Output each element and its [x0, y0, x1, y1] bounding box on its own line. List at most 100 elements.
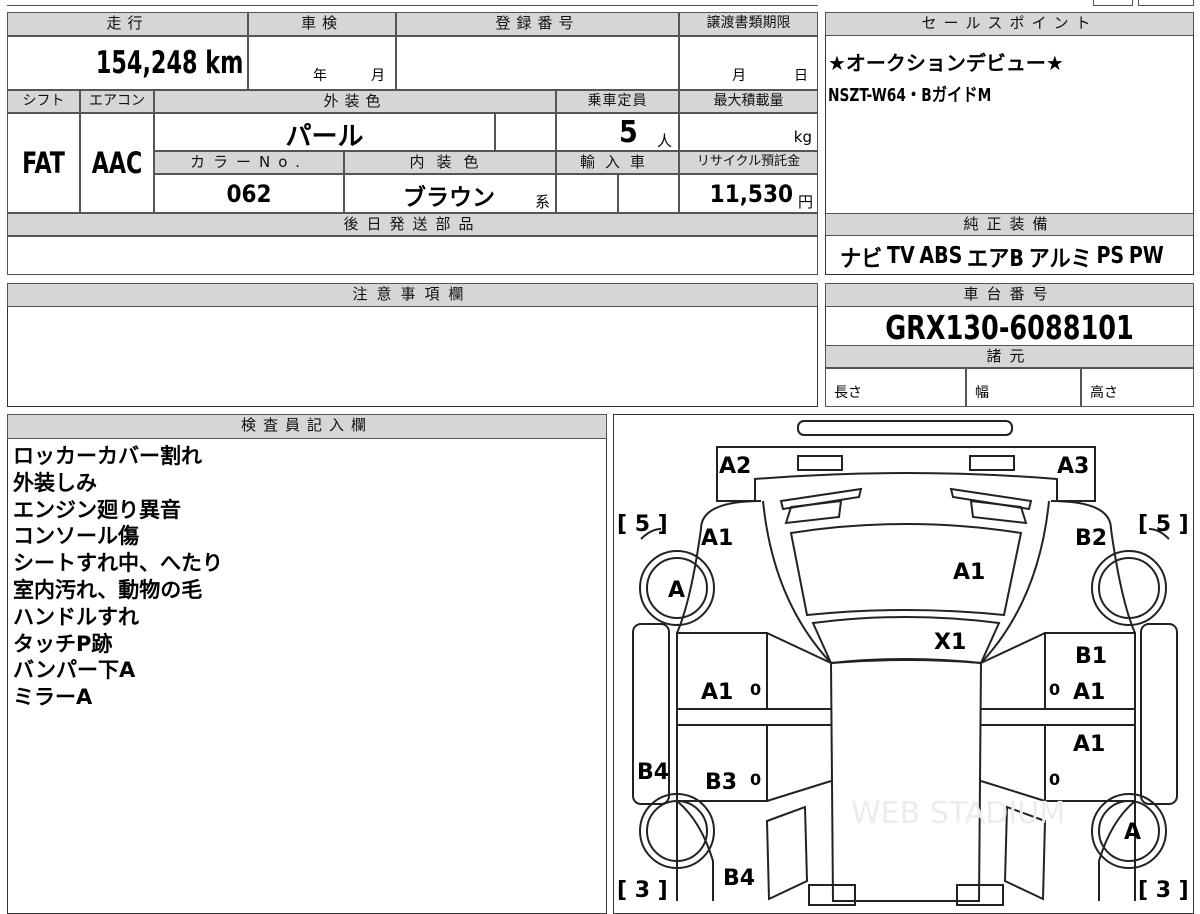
transfer-month-label: 月	[732, 68, 746, 84]
inspector-note: ハンドルすれ	[13, 604, 139, 629]
specs-header: 諸元	[825, 345, 1194, 368]
inspector-note: ロッカーカバー割れ	[13, 444, 202, 468]
tire-tread-rear-right: [ 3 ]	[1138, 878, 1189, 903]
mileage-header: 走行	[7, 12, 248, 36]
transfer-day-label: 日	[794, 68, 808, 84]
capacity-unit: 人	[657, 132, 673, 150]
capacity-header: 乗車定員	[556, 90, 679, 113]
inspection-header: 車検	[248, 12, 396, 36]
zero-mark: 0	[750, 770, 761, 789]
inspector-note: エンジン廻り異音	[13, 497, 181, 522]
sales-point-line-1: ★オークションデビュー★	[828, 51, 1064, 75]
height-label: 高さ	[1090, 385, 1118, 401]
color-no-cell: 062	[154, 174, 344, 213]
shift-header: シフト	[7, 90, 80, 113]
equipment-item-tv: TV	[886, 243, 915, 269]
width-cell: 幅	[966, 368, 1081, 407]
capacity-cell: 5 人	[556, 113, 679, 151]
color-no-value: 062	[226, 180, 272, 208]
notes-header: 注意事項欄	[7, 283, 818, 307]
car-diagram-panel: WEB STADIUM A2 A3 A1 B2 A1 A X1 B1 A1 A1…	[613, 414, 1194, 914]
inspection-month-label: 月	[371, 68, 385, 84]
capacity-value: 5	[619, 115, 638, 150]
damage-mark: A	[1124, 820, 1141, 845]
equipment-item-pw: PW	[1128, 243, 1164, 269]
damage-mark: B1	[1075, 644, 1107, 669]
equipment-list: ナビ TV ABS エアB アルミ PS PW	[840, 239, 1164, 273]
later-parts-header: 後日発送部品	[7, 213, 818, 236]
exterior-color-cell: パール	[154, 113, 495, 152]
exterior-color-extra-cell	[495, 113, 556, 151]
sales-point-header: セールスポイント	[825, 12, 1194, 36]
sales-point-panel: セールスポイント ★オークションデビュー★ NSZT-W64・BガイドM 純正装…	[825, 12, 1194, 275]
recycle-header: リサイクル預託金	[679, 151, 818, 174]
watermark-text: WEB STADIUM	[851, 796, 1065, 831]
max-load-unit: kg	[793, 128, 812, 146]
recycle-unit: 円	[797, 193, 813, 211]
inspector-note: バンパー下A	[13, 658, 136, 683]
max-load-cell: kg	[679, 113, 818, 151]
aircon-cell: AAC	[80, 113, 154, 213]
imported-header: 輸入車	[556, 151, 679, 174]
aircon-value: AAC	[91, 146, 143, 180]
transfer-deadline-cell: 月 日	[679, 36, 818, 90]
equipment-item-navi: ナビ	[840, 246, 883, 272]
inspector-header: 検査員記入欄	[7, 414, 607, 439]
notes-panel: 注意事項欄	[7, 283, 818, 407]
inspector-note: コンソール傷	[13, 524, 139, 549]
tire-tread-front-right: [ 5 ]	[1138, 512, 1189, 537]
inspector-note: タッチP跡	[13, 631, 113, 656]
mileage-value: 154,248 km	[95, 45, 243, 81]
length-cell: 長さ	[825, 368, 966, 407]
damage-mark: A1	[701, 526, 733, 551]
width-label: 幅	[975, 385, 989, 401]
registration-cell	[396, 36, 679, 90]
equipment-header: 純正装備	[825, 213, 1194, 236]
damage-mark: A3	[1057, 454, 1089, 479]
shift-value: FAT	[22, 146, 65, 180]
chassis-number: GRX130-6088101	[885, 308, 1134, 347]
equipment-item-ps: PS	[1096, 243, 1125, 269]
damage-mark: A2	[719, 454, 751, 479]
damage-mark: B4	[723, 866, 755, 891]
damage-mark: A1	[1073, 680, 1105, 705]
tire-tread-rear-left: [ 3 ]	[617, 878, 668, 903]
chassis-panel: 車台番号 GRX130-6088101 諸元 長さ 幅 高さ	[825, 283, 1194, 407]
damage-mark: A1	[1073, 732, 1105, 757]
height-cell: 高さ	[1081, 368, 1194, 407]
inspection-year-label: 年	[313, 68, 327, 84]
damage-mark: B3	[705, 770, 737, 795]
interior-color-cell: ブラウン 系	[344, 174, 556, 213]
exterior-color-header: 外装色	[154, 90, 556, 113]
damage-mark: A1	[701, 680, 733, 705]
equipment-item-airbag: エアB	[967, 246, 1024, 272]
later-parts-cell	[7, 236, 818, 275]
tire-tread-front-left: [ 5 ]	[617, 512, 668, 537]
recycle-cell: 11,530 円	[679, 174, 818, 213]
color-no-header: カラーNo.	[154, 151, 344, 174]
inspector-notes: ロッカーカバー割れ 外装しみ エンジン廻り異音 コンソール傷 シートすれ中、へた…	[13, 443, 223, 711]
damage-mark: A	[668, 578, 685, 603]
mileage-cell: 154,248 km	[7, 36, 248, 90]
inspector-panel: 検査員記入欄 ロッカーカバー割れ 外装しみ エンジン廻り異音 コンソール傷 シー…	[7, 414, 607, 914]
vehicle-info-sheet: 走行 車検 登録番号 譲渡書類期限 154,248 km 年 月 月 日 シフト…	[7, 0, 818, 275]
inspector-note: シートすれ中、へたり	[13, 551, 223, 576]
inspector-note: 外装しみ	[13, 470, 97, 495]
damage-mark: B4	[637, 760, 669, 785]
chassis-header: 車台番号	[825, 283, 1194, 307]
imported-cell-1	[556, 174, 618, 213]
zero-mark: 0	[1049, 680, 1060, 699]
aircon-header: エアコン	[80, 90, 154, 113]
recycle-value: 11,530	[709, 180, 793, 208]
length-label: 長さ	[834, 385, 862, 401]
interior-color-suffix: 系	[535, 193, 551, 211]
inspection-cell: 年 月	[248, 36, 396, 90]
exterior-color-value: パール	[285, 122, 364, 152]
interior-color-header: 内装色	[344, 151, 556, 174]
damage-mark: X1	[934, 630, 966, 655]
interior-color-value: ブラウン	[403, 185, 495, 211]
imported-cell-2	[618, 174, 679, 213]
equipment-item-alloy: アルミ	[1028, 246, 1092, 272]
inspector-note: ミラーA	[13, 685, 93, 710]
zero-mark: 0	[1049, 770, 1060, 789]
